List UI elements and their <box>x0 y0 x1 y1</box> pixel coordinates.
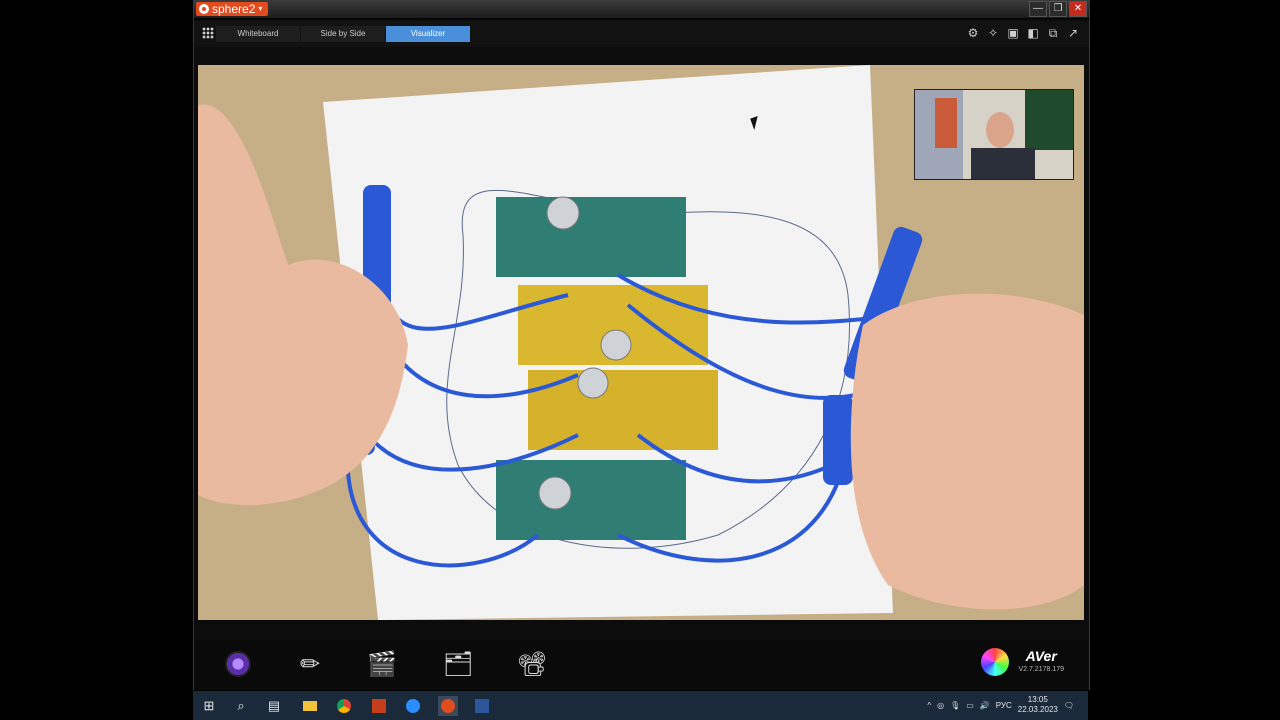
app-name: sphere2 <box>212 2 256 16</box>
word-icon[interactable] <box>472 696 492 716</box>
notifications-icon[interactable]: 🗨 <box>1064 701 1074 710</box>
popout-icon[interactable]: ↗ <box>1067 27 1079 39</box>
presenter-webcam-pip[interactable] <box>914 89 1074 180</box>
chrome-icon[interactable] <box>334 696 354 716</box>
tab-visualizer[interactable]: Visualizer <box>386 26 471 42</box>
mode-bar: Whiteboard Side by Side Visualizer ⚙ ✧ ▣… <box>194 21 1089 47</box>
system-tray: ^ ◎ 🎙 ▭ 🔊 РУС 13:05 22.03.2023 🗨 <box>927 695 1074 715</box>
microphone-icon[interactable]: 🎙 <box>950 701 960 710</box>
windows-start-icon[interactable]: ⊞ <box>199 696 219 716</box>
freeze-icon[interactable]: ✧ <box>987 27 999 39</box>
aver-logo: AVer <box>1025 648 1057 664</box>
close-button[interactable]: ✕ <box>1069 1 1087 17</box>
snapshot-icon[interactable]: 🗂 <box>442 648 474 680</box>
volume-icon[interactable]: 🔊 <box>980 701 990 710</box>
search-icon[interactable]: ⌕ <box>231 696 251 716</box>
camera-lens-icon[interactable] <box>222 648 254 680</box>
language-indicator[interactable]: РУС <box>996 701 1012 710</box>
color-wheel-icon[interactable] <box>981 648 1009 676</box>
app-logo-button[interactable]: sphere2 ▾ <box>196 2 269 16</box>
tab-whiteboard[interactable]: Whiteboard <box>216 26 301 42</box>
sphere-logo-icon <box>199 4 209 14</box>
powerpoint-icon[interactable] <box>369 696 389 716</box>
file-explorer-icon[interactable] <box>300 696 320 716</box>
meet-now-icon[interactable]: ◎ <box>937 701 944 710</box>
layout-icon[interactable]: ▣ <box>1007 27 1019 39</box>
apps-grid-icon[interactable] <box>202 27 214 39</box>
annotate-pencil-icon[interactable]: ✏ <box>294 648 326 680</box>
tab-side-by-side[interactable]: Side by Side <box>301 26 386 42</box>
clock[interactable]: 13:05 22.03.2023 <box>1018 695 1058 715</box>
sphere2-window: sphere2 ▾ — ❐ ✕ Whiteboard Side by Side … <box>193 0 1090 690</box>
version-label: V2.7.2178.179 <box>1018 666 1064 673</box>
aver-brand: AVer V2.7.2178.179 <box>1018 648 1064 673</box>
title-bar: sphere2 ▾ — ❐ ✕ <box>194 0 1089 19</box>
camera-feed <box>198 65 1084 620</box>
chevron-up-icon[interactable]: ^ <box>927 701 931 710</box>
zoom-icon[interactable] <box>403 696 423 716</box>
windows-taskbar: ⊞ ⌕ ▤ ^ ◎ 🎙 ▭ 🔊 РУС 13:05 22.03.2023 🗨 <box>193 691 1088 720</box>
export-icon[interactable]: ⧉ <box>1047 27 1059 39</box>
webcam-image <box>915 90 1073 179</box>
restore-button[interactable]: ❐ <box>1049 1 1067 17</box>
chevron-down-icon: ▾ <box>258 4 263 13</box>
camera-settings-icon[interactable]: ⚙ <box>967 27 979 39</box>
split-icon[interactable]: ◧ <box>1027 27 1039 39</box>
sphere2-icon[interactable] <box>438 696 458 716</box>
presentation-icon[interactable]: 📽 <box>516 648 548 680</box>
bottom-dock: ✏ 🎬 🗂 📽 AVer V2.7.2178.179 <box>194 640 1089 688</box>
minimize-button[interactable]: — <box>1029 1 1047 17</box>
network-icon[interactable]: ▭ <box>966 701 974 710</box>
video-clapper-icon[interactable]: 🎬 <box>366 648 398 680</box>
clock-date: 22.03.2023 <box>1017 705 1058 714</box>
clock-time: 13:05 <box>1027 695 1048 704</box>
task-view-icon[interactable]: ▤ <box>264 696 284 716</box>
